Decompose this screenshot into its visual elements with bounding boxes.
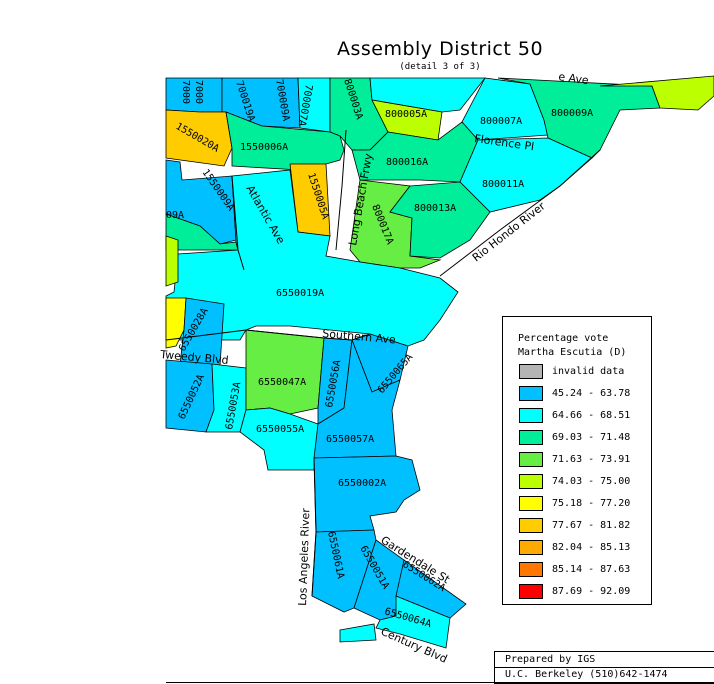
legend-swatch [519,452,543,467]
legend-swatch [519,584,543,599]
legend-label: 45.24 - 63.78 [552,388,631,399]
precinct-shape [239,407,319,471]
legend-label: 64.66 - 68.51 [552,410,631,421]
legend-swatch [519,474,543,489]
legend-title-line1: Percentage vote [518,333,609,344]
precinct-label: 800007A [480,116,522,127]
precinct-label: 7000 [193,80,204,104]
credit-divider [495,667,714,668]
legend-label: 85.14 - 87.63 [552,564,631,575]
credit-prepared-by: Prepared by IGS [505,654,596,665]
legend-label: 74.03 - 75.00 [552,476,631,487]
legend-label: 69.03 - 71.48 [552,432,631,443]
legend-swatch [519,518,543,533]
legend-swatch [519,386,543,401]
precinct-label: 6550047A [258,377,306,388]
legend-label: 87.69 - 92.09 [552,586,631,597]
legend-title: Percentage vote Martha Escutia (D) [518,332,626,360]
legend-label: 82.04 - 85.13 [552,542,631,553]
legend-label: 71.63 - 73.91 [552,454,631,465]
precinct-label: 6550019A [276,288,324,299]
legend-swatch [519,496,543,511]
precinct-label: 800016A [386,157,428,168]
legend-label: 75.18 - 77.20 [552,498,631,509]
credit-box: Prepared by IGS U.C. Berkeley (510)642-1… [494,651,714,684]
legend-title-line2: Martha Escutia (D) [518,347,627,358]
precinct-label: 800005A [385,109,427,120]
precinct-shape [339,623,377,643]
street-label: Los Angeles River [296,508,312,607]
precinct-label: 09A [166,210,184,221]
credit-contact: U.C. Berkeley (510)642-1474 [505,669,668,680]
precinct-label: 6550002A [338,478,386,489]
legend-swatch [519,364,543,379]
legend-swatch [519,430,543,445]
legend-swatch [519,562,543,577]
precinct-label: 800013A [414,203,456,214]
precinct-label: 1550006A [240,142,288,153]
precinct-label: 7000 [180,80,191,104]
precinct-shape [245,329,325,415]
precinct-label: 6550055A [256,424,304,435]
legend-swatch [519,408,543,423]
legend: Percentage vote Martha Escutia (D) inval… [502,316,652,605]
precinct-label: 800011A [482,179,524,190]
precinct-label: 800009A [551,108,593,119]
legend-label: invalid data [552,366,625,377]
precinct-shape [165,235,179,287]
precinct-label: 6550057A [326,434,374,445]
legend-label: 77.67 - 81.82 [552,520,631,531]
legend-swatch [519,540,543,555]
precinct-shape [313,455,421,533]
map-baseline [166,682,714,683]
